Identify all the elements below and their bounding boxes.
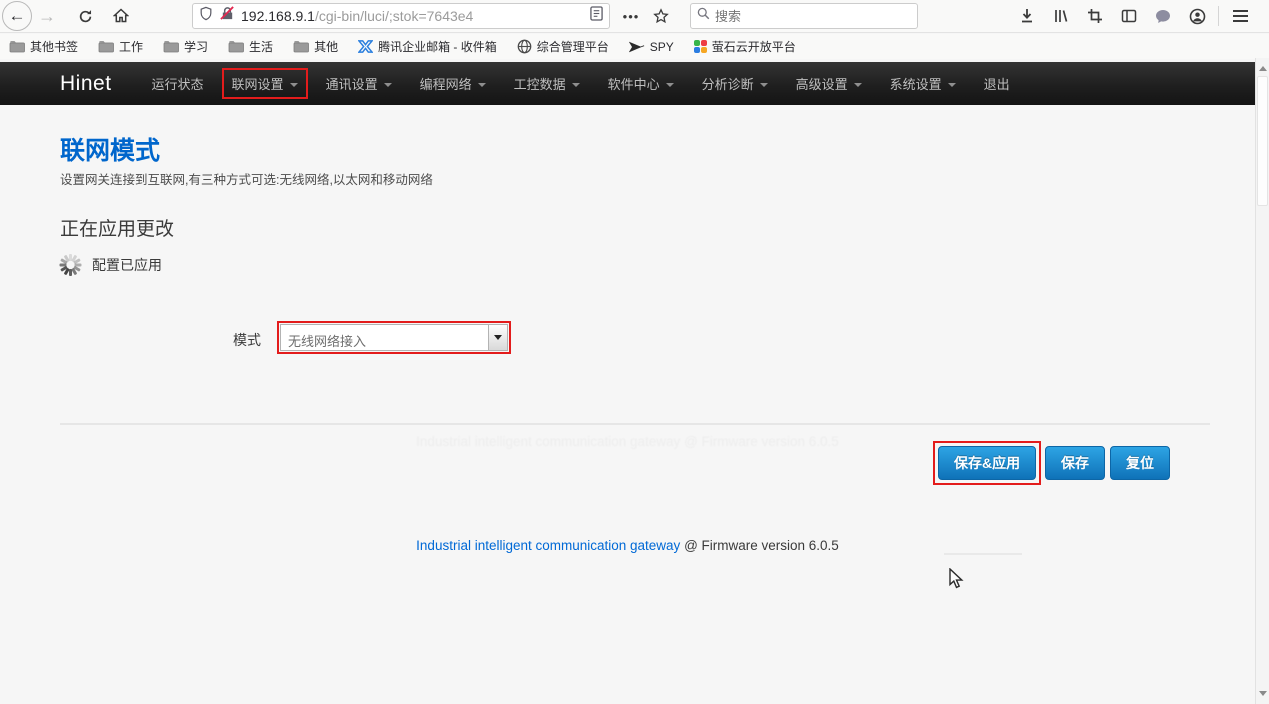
chevron-down-icon	[478, 83, 486, 87]
screenshot-icon[interactable]	[1078, 1, 1112, 31]
loading-spinner-icon	[56, 251, 84, 279]
footer-version: @ Firmware version 6.0.5	[680, 538, 839, 553]
browser-toolbar: ← → 192.168.9.1 /cgi-bin/luci/;stok=7643…	[0, 0, 1269, 33]
search-input[interactable]	[715, 9, 885, 24]
footer-link[interactable]: Industrial intelligent communication gat…	[416, 538, 680, 553]
nav-analysis-diagnosis[interactable]: 分析诊断	[688, 68, 782, 99]
dropdown-arrow-button[interactable]	[488, 325, 507, 350]
toolbar-separator	[1218, 6, 1219, 26]
page-title: 联网模式	[60, 131, 160, 167]
nav-comm-settings[interactable]: 通讯设置	[312, 68, 406, 99]
nav-running-status[interactable]: 运行状态	[138, 68, 218, 99]
tencent-exmail-icon	[358, 40, 373, 53]
chevron-down-icon	[760, 83, 768, 87]
search-icon	[697, 7, 710, 25]
plane-icon	[629, 41, 645, 53]
brand-logo[interactable]: Hinet	[60, 72, 112, 96]
globe-icon	[517, 39, 532, 54]
sidebar-toggle-icon[interactable]	[1112, 1, 1146, 31]
bookmark-star-icon[interactable]	[646, 1, 676, 31]
home-button[interactable]	[106, 1, 136, 31]
bookmark-folder-study[interactable]: 学习	[158, 36, 213, 57]
url-host: 192.168.9.1	[241, 8, 315, 24]
bookmark-folder-work[interactable]: 工作	[93, 36, 148, 57]
chevron-down-icon	[572, 83, 580, 87]
bookmark-management-platform[interactable]: 综合管理平台	[512, 36, 614, 57]
back-button[interactable]: ←	[2, 1, 32, 31]
applying-changes-heading: 正在应用更改	[60, 214, 174, 241]
vertical-scrollbar[interactable]	[1255, 58, 1269, 704]
menu-button[interactable]	[1223, 1, 1257, 31]
forward-button[interactable]: →	[32, 1, 62, 31]
scroll-up-arrow[interactable]	[1259, 66, 1267, 71]
library-icon[interactable]	[1044, 1, 1078, 31]
tracking-shield-icon[interactable]	[199, 6, 213, 26]
nav-software-center[interactable]: 软件中心	[594, 68, 688, 99]
chevron-down-icon	[948, 83, 956, 87]
mode-select[interactable]: 无线网络接入	[280, 324, 508, 351]
bookmark-folder-life[interactable]: 生活	[223, 36, 278, 57]
nav-network-settings[interactable]: 联网设置	[222, 68, 308, 99]
section-divider	[60, 423, 1210, 425]
bookmarks-bar: 其他书签 工作 学习 生活 其他 腾讯企业邮箱 - 收件箱 综合管理平台 SPY…	[0, 34, 1269, 59]
nav-advanced-settings[interactable]: 高级设置	[782, 68, 876, 99]
account-icon[interactable]	[1180, 1, 1214, 31]
scrollbar-thumb[interactable]	[1257, 76, 1268, 206]
page-footer: Industrial intelligent communication gat…	[0, 538, 1255, 553]
search-box[interactable]	[690, 3, 918, 29]
page-subtitle: 设置网关连接到互联网,有三种方式可选:无线网络,以太网和移动网络	[60, 169, 433, 188]
scroll-down-arrow[interactable]	[1259, 691, 1267, 696]
bookmark-tencent-exmail[interactable]: 腾讯企业邮箱 - 收件箱	[353, 36, 502, 57]
url-path: /cgi-bin/luci/;stok=7643e4	[315, 8, 590, 24]
mode-label: 模式	[233, 330, 261, 350]
url-bar[interactable]: 192.168.9.1 /cgi-bin/luci/;stok=7643e4	[192, 3, 610, 29]
bookmark-spy[interactable]: SPY	[624, 38, 679, 56]
site-navbar: Hinet 运行状态 联网设置 通讯设置 编程网络 工控数据 软件中心 分析诊断…	[0, 62, 1255, 105]
chevron-down-icon	[384, 83, 392, 87]
nav-system-settings[interactable]: 系统设置	[876, 68, 970, 99]
colorful-grid-icon	[694, 40, 707, 53]
bookmark-folder-other[interactable]: 其他书签	[4, 36, 83, 57]
applying-status-row: 配置已应用	[56, 251, 162, 279]
mouse-cursor	[948, 568, 964, 595]
nav-logout[interactable]: 退出	[970, 68, 1024, 99]
save-button[interactable]: 保存	[1045, 446, 1105, 480]
save-apply-button[interactable]: 保存&应用	[938, 446, 1036, 480]
reader-mode-icon[interactable]	[590, 6, 603, 26]
messenger-icon[interactable]	[1146, 1, 1180, 31]
save-apply-annotation-box: 保存&应用	[933, 441, 1041, 485]
faint-artifact-line	[944, 553, 1022, 555]
chevron-down-icon	[666, 83, 674, 87]
page-content: 联网模式 设置网关连接到互联网,有三种方式可选:无线网络,以太网和移动网络 正在…	[0, 105, 1255, 704]
reset-button[interactable]: 复位	[1110, 446, 1170, 480]
page-actions-button[interactable]: •••	[616, 1, 646, 31]
nav-industrial-data[interactable]: 工控数据	[500, 68, 594, 99]
nav-programming-network[interactable]: 编程网络	[406, 68, 500, 99]
bookmark-ezviz-open-platform[interactable]: 萤石云开放平台	[689, 36, 801, 57]
chevron-down-icon	[854, 83, 862, 87]
config-applied-status: 配置已应用	[92, 255, 162, 275]
button-row: 保存&应用 保存 复位	[0, 441, 1255, 485]
chevron-down-icon	[290, 83, 298, 87]
bookmark-folder-misc[interactable]: 其他	[288, 36, 343, 57]
mode-select-annotation-box: 无线网络接入	[277, 321, 511, 354]
downloads-icon[interactable]	[1010, 1, 1044, 31]
mode-select-value: 无线网络接入	[281, 325, 488, 350]
reload-button[interactable]	[70, 1, 100, 31]
insecure-lock-icon[interactable]	[220, 6, 235, 26]
